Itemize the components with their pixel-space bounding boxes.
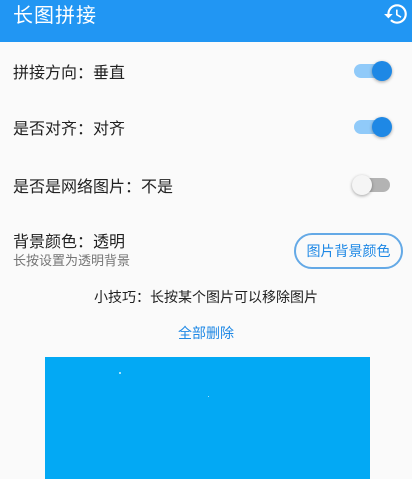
switch-thumb [372,61,392,81]
history-icon [384,4,407,24]
delete-all-button[interactable]: 全部删除 [0,325,412,343]
tip-text: 小技巧：长按某个图片可以移除图片 [94,290,318,306]
align-label: 是否对齐：对齐 [13,119,126,138]
background-hint: 长按设置为透明背景 [13,254,131,269]
image-preview[interactable] [45,357,370,479]
direction-switch[interactable] [352,59,392,83]
direction-row: 拼接方向：垂直 [0,52,412,92]
image-background-color-button[interactable]: 图片背景颜色 [294,233,403,269]
switch-thumb [372,117,392,137]
app-bar: 长图拼接 [0,0,412,42]
network-image-switch[interactable] [352,173,392,197]
align-switch[interactable] [352,115,392,139]
direction-label: 拼接方向：垂直 [13,63,126,82]
background-color-label: 背景颜色：透明 [13,232,126,251]
app-title: 长图拼接 [13,3,97,27]
network-image-row: 是否是网络图片：不是 [0,166,412,206]
preview-speck [208,396,209,397]
preview-speck [119,372,121,374]
switch-thumb [352,175,372,195]
align-row: 是否对齐：对齐 [0,108,412,148]
network-image-label: 是否是网络图片：不是 [13,177,174,196]
history-button[interactable] [383,1,409,27]
